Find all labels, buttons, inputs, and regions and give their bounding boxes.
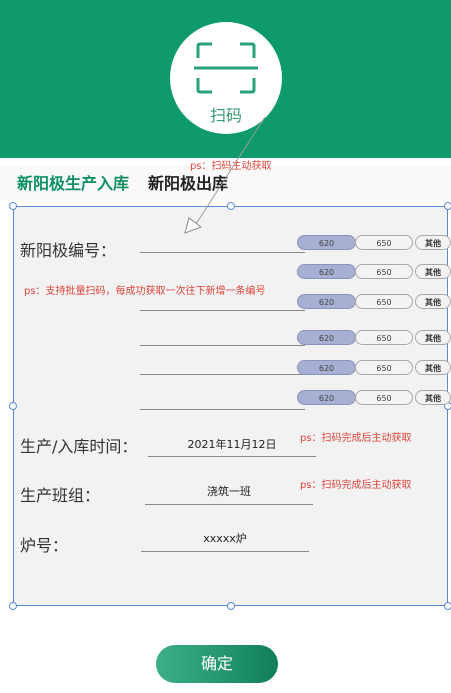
furnace-input[interactable] (141, 551, 309, 552)
spec-620-option[interactable]: 620 (297, 235, 356, 250)
annotation-team-auto: ps：扫码完成后主动获取 (300, 480, 412, 491)
spec-620-option[interactable]: 620 (297, 390, 356, 405)
spec-other-option[interactable]: 其他 (415, 390, 451, 405)
spec-620-option[interactable]: 620 (297, 330, 356, 345)
furnace-label: 炉号： (20, 536, 69, 555)
spec-other-option[interactable]: 其他 (415, 330, 451, 345)
spec-other-option[interactable]: 其他 (415, 360, 451, 375)
spec-other-option[interactable]: 其他 (415, 235, 451, 250)
spec-other-option[interactable]: 其他 (415, 264, 451, 279)
spec-other-option[interactable]: 其他 (415, 294, 451, 309)
anode-number-input[interactable] (140, 374, 305, 375)
spec-650-option[interactable]: 650 (355, 294, 413, 309)
spec-650-option[interactable]: 650 (355, 235, 413, 250)
annotation-batch: ps：支持批量扫码，每成功获取一次往下新增一条编号 (24, 286, 266, 297)
team-input[interactable] (145, 504, 313, 505)
spec-620-option[interactable]: 620 (297, 294, 356, 309)
anode-number-input[interactable] (140, 409, 305, 410)
anode-number-input[interactable] (140, 310, 305, 311)
spec-650-option[interactable]: 650 (355, 264, 413, 279)
spec-620-option[interactable]: 620 (297, 264, 356, 279)
annotation-time-auto: ps：扫码完成后主动获取 (300, 433, 412, 444)
time-input[interactable] (148, 456, 316, 457)
annotation-arrow (184, 116, 266, 234)
anode-number-input[interactable] (140, 345, 305, 346)
confirm-button[interactable]: 确定 (156, 645, 278, 683)
spec-650-option[interactable]: 650 (355, 390, 413, 405)
team-value: 浇筑一班 (207, 485, 251, 498)
spec-620-option[interactable]: 620 (297, 360, 356, 375)
anode-number-label: 新阳极编号： (20, 241, 117, 260)
spec-650-option[interactable]: 650 (355, 330, 413, 345)
time-value: 2021年11月12日 (187, 438, 277, 451)
furnace-value: xxxxx炉 (203, 532, 247, 545)
time-label: 生产/入库时间： (20, 437, 138, 456)
team-label: 生产班组： (20, 486, 101, 505)
spec-650-option[interactable]: 650 (355, 360, 413, 375)
anode-number-input[interactable] (140, 252, 305, 253)
